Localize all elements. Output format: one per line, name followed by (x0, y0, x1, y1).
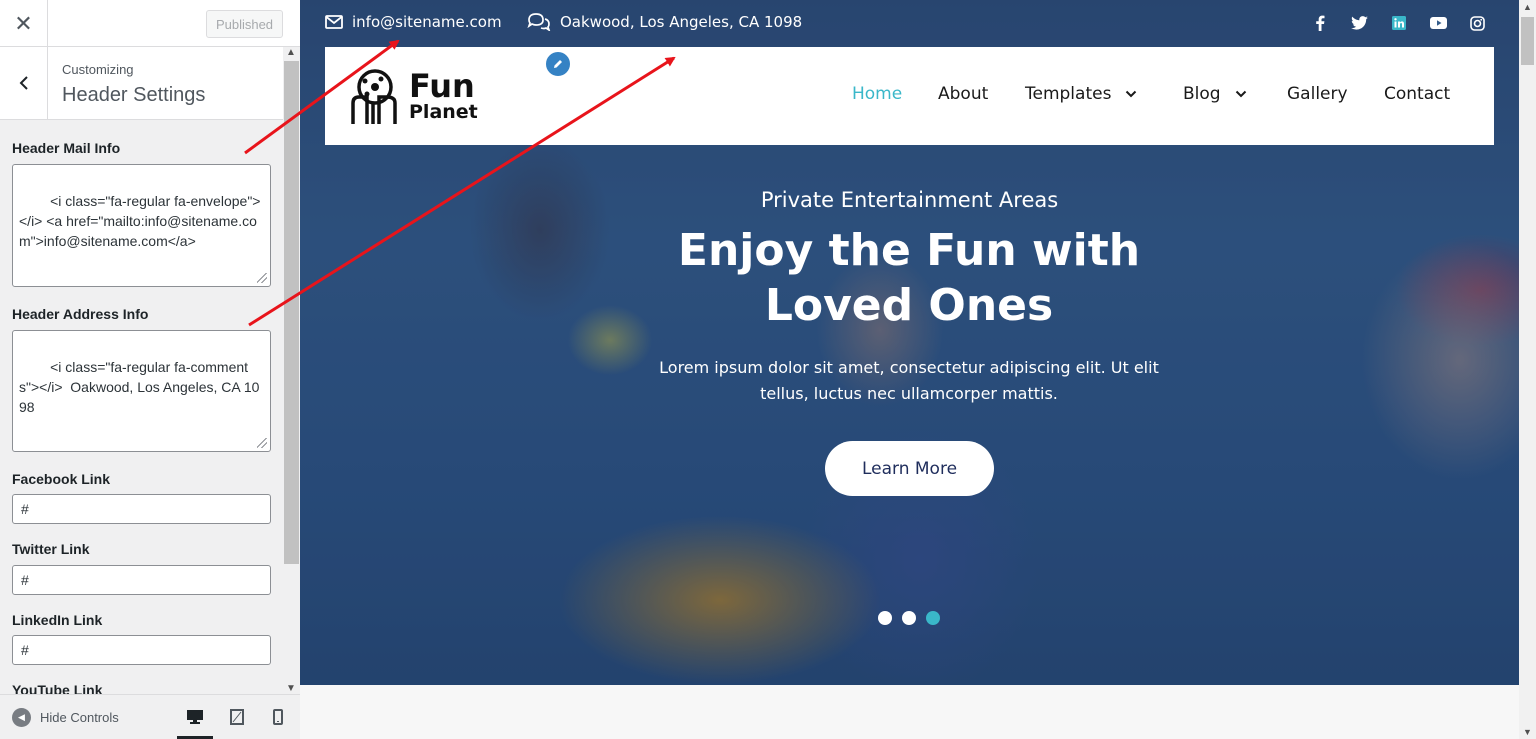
edit-shortcut-button[interactable] (544, 50, 572, 78)
scrollbar-thumb[interactable] (1521, 17, 1534, 65)
logo-line-2: Planet (409, 101, 478, 123)
tablet-icon (230, 709, 244, 725)
customizer-window: ✕ Published Customizing Header Settings … (0, 0, 1536, 739)
header-email[interactable]: info@sitename.com (325, 13, 502, 31)
chevron-down-icon (1235, 90, 1246, 98)
nav-item-gallery[interactable]: Gallery (1287, 84, 1348, 104)
twitter-icon[interactable] (1350, 14, 1368, 32)
comments-icon (527, 13, 551, 31)
linkedin-icon[interactable] (1390, 14, 1408, 32)
linkedin-link-input[interactable]: # (12, 635, 271, 665)
facebook-icon[interactable] (1311, 14, 1329, 32)
scroll-up-icon[interactable]: ▲ (286, 47, 296, 58)
nav-label: Blog (1183, 84, 1221, 104)
sidebar-top-bar: ✕ Published (0, 0, 300, 47)
header-email-text: info@sitename.com (352, 13, 502, 31)
linkedin-link-label: LinkedIn Link (12, 612, 103, 628)
nav-label: Templates (1025, 84, 1112, 104)
header-mail-textarea[interactable]: <i class="fa-regular fa-envelope"></i> <… (12, 164, 271, 287)
logo-wordmark: Fun Planet (409, 70, 478, 122)
hide-controls-button[interactable]: ◀ Hide Controls (12, 708, 119, 727)
close-icon: ✕ (14, 10, 33, 36)
desktop-preview-button[interactable] (177, 706, 213, 739)
site-preview: info@sitename.com Oakwood, Los Angeles, … (300, 0, 1519, 739)
slider-dot-1[interactable] (878, 611, 892, 625)
resize-handle[interactable] (257, 273, 267, 283)
facebook-link-label: Facebook Link (12, 471, 111, 487)
twitter-link-input[interactable]: # (12, 565, 271, 595)
site-logo[interactable]: Fun Planet (347, 67, 478, 125)
pencil-icon (554, 60, 562, 68)
nav-label: Contact (1384, 84, 1451, 104)
nav-label: Gallery (1287, 84, 1348, 104)
mobile-icon (273, 709, 283, 725)
desktop-icon (187, 710, 203, 724)
hero-subtitle: Private Entertainment Areas (760, 188, 1059, 212)
slider-dot-3[interactable] (926, 611, 940, 625)
scrollbar-thumb[interactable] (284, 61, 299, 564)
controls-panel[interactable]: Header Mail Info <i class="fa-regular fa… (0, 120, 283, 694)
customizer-sidebar: ✕ Published Customizing Header Settings … (0, 0, 300, 739)
hero-text: Lorem ipsum dolor sit amet, consectetur … (659, 358, 1159, 403)
header-address-label: Header Address Info (12, 306, 149, 322)
back-button[interactable] (0, 47, 48, 119)
close-customizer-button[interactable]: ✕ (0, 0, 48, 47)
sidebar-scrollbar[interactable]: ▲ ▼ (283, 47, 300, 694)
slider-dot-2[interactable] (902, 611, 916, 625)
resize-handle[interactable] (257, 438, 267, 448)
section-header: Customizing Header Settings (0, 47, 283, 120)
youtube-link-label: YouTube Link (12, 682, 103, 694)
header-address: Oakwood, Los Angeles, CA 1098 (527, 13, 802, 31)
scroll-up-icon[interactable]: ▲ (1523, 2, 1532, 12)
learn-more-button[interactable]: Learn More (825, 441, 994, 496)
header-mail-label: Header Mail Info (12, 140, 121, 156)
twitter-link-label: Twitter Link (12, 541, 90, 557)
scroll-down-icon[interactable]: ▼ (1523, 727, 1532, 737)
logo-ferris-wheel-icon (351, 69, 397, 124)
youtube-icon[interactable] (1429, 14, 1447, 32)
nav-item-contact[interactable]: Contact (1384, 84, 1450, 104)
hide-controls-label: Hide Controls (40, 710, 119, 725)
header-address-value: <i class="fa-regular fa-comments"></i> O… (19, 359, 260, 415)
header-topbar: info@sitename.com Oakwood, Los Angeles, … (300, 0, 1519, 47)
mobile-preview-button[interactable] (267, 706, 289, 728)
instagram-icon[interactable] (1468, 14, 1486, 32)
main-header: Fun Planet Home About Templates Blog Gal… (325, 47, 1494, 145)
nav-label: About (938, 84, 989, 104)
preview-scrollbar[interactable]: ▲ ▼ (1519, 0, 1536, 739)
chevron-left-icon (19, 76, 28, 90)
scroll-down-icon[interactable]: ▼ (286, 683, 296, 694)
nav-item-blog[interactable]: Blog (1183, 84, 1247, 104)
nav-item-about[interactable]: About (938, 84, 988, 104)
nav-label: Home (852, 84, 903, 104)
hero-title: Enjoy the Fun with Loved Ones (677, 225, 1141, 331)
header-address-text: Oakwood, Los Angeles, CA 1098 (560, 13, 803, 31)
collapse-icon: ◀ (12, 708, 31, 727)
envelope-icon (325, 15, 343, 29)
facebook-link-input[interactable]: # (12, 494, 271, 524)
nav-item-templates[interactable]: Templates (1025, 84, 1137, 104)
sidebar-footer: ◀ Hide Controls (0, 694, 300, 739)
header-mail-value: <i class="fa-regular fa-envelope"></i> <… (19, 193, 261, 249)
tablet-preview-button[interactable] (226, 706, 248, 728)
hero-slider: info@sitename.com Oakwood, Los Angeles, … (300, 0, 1519, 685)
breadcrumb: Customizing (62, 62, 134, 77)
publish-button[interactable]: Published (206, 10, 283, 38)
section-title: Header Settings (62, 84, 206, 106)
logo-line-1: Fun (409, 67, 475, 105)
chevron-down-icon (1126, 90, 1137, 98)
nav-item-home[interactable]: Home (852, 84, 902, 104)
header-address-textarea[interactable]: <i class="fa-regular fa-comments"></i> O… (12, 330, 271, 452)
